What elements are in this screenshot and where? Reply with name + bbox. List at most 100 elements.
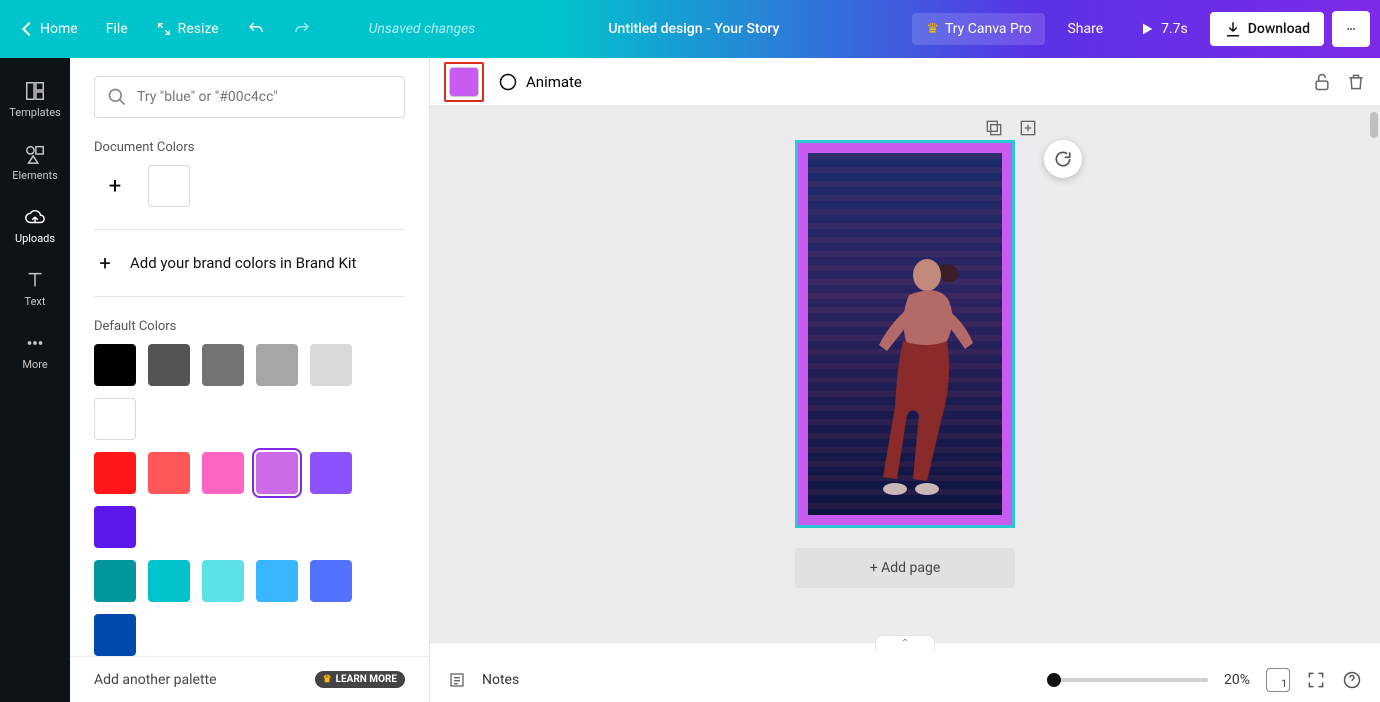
home-button[interactable]: Home	[14, 13, 88, 45]
color-swatch[interactable]	[94, 344, 136, 386]
redo-button[interactable]	[283, 12, 321, 46]
zoom-slider[interactable]	[1048, 678, 1208, 682]
panel-footer: Add another palette ♛ LEARN MORE	[70, 656, 429, 702]
learn-more-button[interactable]: ♛ LEARN MORE	[315, 671, 405, 688]
main-area: Templates Elements Uploads Text More Doc…	[0, 58, 1380, 702]
color-button-highlight	[444, 62, 484, 102]
color-swatch[interactable]	[256, 560, 298, 602]
help-icon[interactable]	[1342, 670, 1362, 690]
lock-icon[interactable]	[1312, 72, 1332, 92]
add-page-button[interactable]: + Add page	[795, 548, 1015, 588]
side-nav: Templates Elements Uploads Text More	[0, 58, 70, 702]
refresh-fab[interactable]	[1044, 140, 1082, 178]
nav-uploads-label: Uploads	[15, 232, 55, 245]
add-palette-button[interactable]: Add another palette	[94, 672, 217, 688]
animate-label: Animate	[526, 73, 582, 91]
search-icon	[107, 87, 127, 107]
nav-text[interactable]: Text	[0, 259, 70, 318]
color-swatch[interactable]	[202, 452, 244, 494]
zoom-thumb[interactable]	[1047, 673, 1061, 687]
color-swatch[interactable]	[148, 165, 190, 207]
nav-elements[interactable]: Elements	[0, 133, 70, 192]
topbar-left: Home File Resize Unsaved changes	[0, 12, 475, 46]
color-swatch[interactable]	[94, 452, 136, 494]
color-swatch[interactable]	[310, 452, 352, 494]
color-swatch[interactable]	[256, 344, 298, 386]
vertical-scrollbar[interactable]	[1370, 112, 1378, 138]
editor: Animate	[430, 58, 1380, 702]
context-toolbar: Animate	[430, 58, 1380, 106]
nav-templates[interactable]: Templates	[0, 70, 70, 129]
nav-elements-label: Elements	[12, 169, 58, 182]
canvas-area[interactable]: + Add page	[430, 106, 1380, 642]
color-search[interactable]	[94, 76, 405, 118]
document-colors-label: Document Colors	[94, 140, 405, 155]
play-button[interactable]: 7.7s	[1125, 13, 1202, 45]
file-button[interactable]: File	[96, 13, 138, 45]
nav-text-label: Text	[25, 295, 46, 308]
color-swatch[interactable]	[94, 506, 136, 548]
color-panel: Document Colors + + Add your brand color…	[70, 58, 430, 702]
page-indicator[interactable]: 1	[1266, 668, 1290, 692]
status-bar: Notes 20% 1	[430, 658, 1380, 702]
zoom-value[interactable]: 20%	[1224, 672, 1250, 688]
background-color-button[interactable]	[449, 67, 479, 97]
color-search-input[interactable]	[137, 89, 392, 105]
duplicate-page-icon[interactable]	[984, 118, 1004, 138]
duration-label: 7.7s	[1161, 21, 1188, 37]
design-title[interactable]: Untitled design - Your Story	[475, 21, 912, 37]
horizontal-scroll[interactable]: ⌃	[430, 642, 1380, 658]
add-color-swatch[interactable]: +	[94, 165, 136, 207]
try-pro-button[interactable]: ♛ Try Canva Pro	[912, 13, 1045, 45]
color-swatch[interactable]	[310, 560, 352, 602]
download-label: Download	[1248, 21, 1310, 37]
brand-kit-button[interactable]: + Add your brand colors in Brand Kit	[94, 252, 405, 274]
top-bar: Home File Resize Unsaved changes Untitle…	[0, 0, 1380, 58]
color-swatch[interactable]	[148, 452, 190, 494]
nav-more-label: More	[22, 358, 47, 371]
color-swatch[interactable]	[310, 344, 352, 386]
color-swatch[interactable]	[94, 398, 136, 440]
unsaved-label: Unsaved changes	[369, 21, 476, 37]
divider	[94, 296, 405, 297]
animate-icon	[498, 72, 518, 92]
plus-icon: +	[94, 252, 116, 274]
notes-button[interactable]: Notes	[482, 672, 519, 688]
home-label: Home	[40, 21, 78, 37]
color-swatch[interactable]	[148, 560, 190, 602]
dancer-figure	[849, 245, 989, 505]
color-swatch[interactable]	[202, 344, 244, 386]
color-swatch[interactable]	[148, 344, 190, 386]
nav-uploads[interactable]: Uploads	[0, 196, 70, 255]
collapse-handle[interactable]: ⌃	[875, 635, 935, 651]
default-colors-grid	[94, 344, 405, 656]
learn-more-label: LEARN MORE	[336, 674, 397, 685]
undo-button[interactable]	[237, 12, 275, 46]
page-image[interactable]	[808, 153, 1002, 515]
divider	[94, 229, 405, 230]
more-icon	[24, 332, 46, 354]
trash-icon[interactable]	[1346, 72, 1366, 92]
color-swatch[interactable]	[94, 614, 136, 656]
resize-button[interactable]: Resize	[146, 13, 229, 45]
share-button[interactable]: Share	[1053, 13, 1117, 45]
page-canvas[interactable]	[795, 140, 1015, 528]
document-colors-row: +	[94, 165, 405, 207]
refresh-icon	[1053, 149, 1073, 169]
nav-more[interactable]: More	[0, 322, 70, 381]
crown-icon: ♛	[323, 674, 332, 685]
resize-icon	[156, 21, 172, 37]
download-icon	[1224, 20, 1242, 38]
undo-icon	[247, 20, 265, 38]
fullscreen-icon[interactable]	[1306, 670, 1326, 690]
color-swatch[interactable]	[256, 452, 298, 494]
more-button[interactable]	[1332, 11, 1370, 47]
page-count-label: 1	[1281, 679, 1287, 690]
download-button[interactable]: Download	[1210, 12, 1324, 46]
color-swatch[interactable]	[202, 560, 244, 602]
crown-icon: ♛	[926, 21, 939, 37]
chevron-left-icon	[22, 22, 36, 36]
color-swatch[interactable]	[94, 560, 136, 602]
animate-button[interactable]: Animate	[498, 72, 582, 92]
add-page-icon[interactable]	[1018, 118, 1038, 138]
